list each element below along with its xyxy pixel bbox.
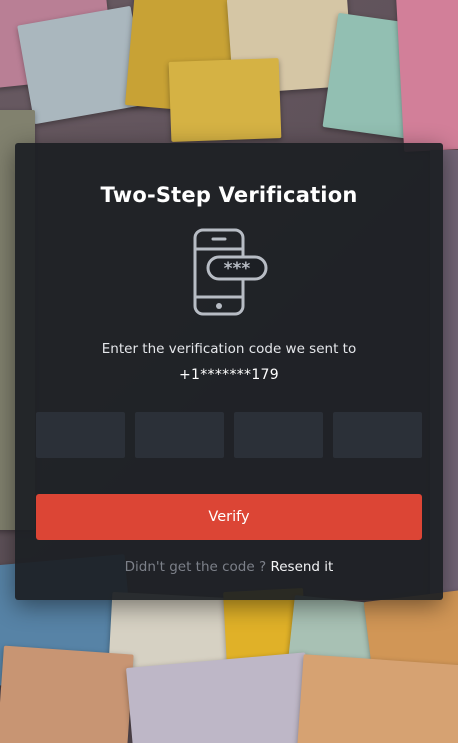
instruction-text: Enter the verification code we sent to	[101, 341, 357, 357]
resend-link[interactable]: Resend it	[270, 559, 333, 575]
code-digit-input-3[interactable]	[234, 412, 323, 458]
code-digit-input-2[interactable]	[135, 412, 224, 458]
verification-dialog: Two-Step Verification *** Enter the veri…	[15, 143, 443, 600]
password-mask-text: ***	[224, 259, 251, 279]
verify-button[interactable]: Verify	[36, 494, 422, 540]
smartphone-password-icon: ***	[193, 228, 268, 316]
masked-phone-number: +1*******179	[179, 367, 279, 383]
code-digit-input-1[interactable]	[36, 412, 125, 458]
resend-prompt: Didn't get the code ?	[124, 559, 267, 575]
resend-line: Didn't get the code ? Resend it	[15, 559, 443, 575]
code-digit-input-4[interactable]	[333, 412, 422, 458]
code-input-row	[36, 412, 422, 458]
dialog-title: Two-Step Verification	[100, 183, 358, 207]
